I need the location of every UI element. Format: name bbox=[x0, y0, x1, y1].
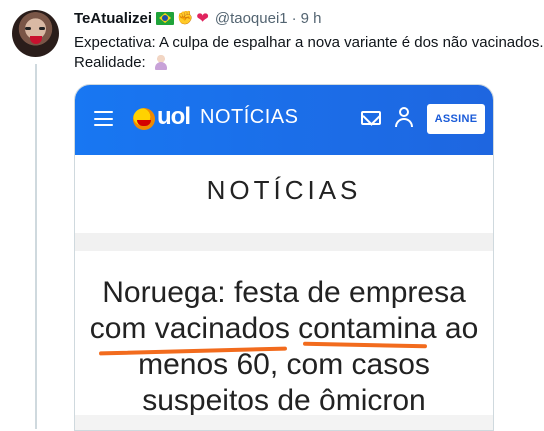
assine-button: ASSINE bbox=[427, 104, 485, 134]
uol-logo-icon bbox=[133, 108, 155, 130]
avatar-eye-right bbox=[39, 27, 45, 30]
avatar-eye-left bbox=[25, 27, 31, 30]
tweet-text: Expectativa: A culpa de espalhar a nova … bbox=[74, 33, 544, 73]
mail-icon bbox=[361, 111, 381, 125]
uol-navbar: uol NOTÍCIAS ASSINE bbox=[75, 85, 493, 155]
red-heart-icon: ❤ bbox=[196, 10, 209, 27]
headline-line-2: com vacinados contamina ao bbox=[89, 312, 479, 345]
tweet-header: TeAtualizei ✊ ❤ @taoquei1 · 9 h bbox=[74, 7, 321, 29]
separator-dot: · bbox=[291, 9, 297, 27]
user-icon bbox=[395, 107, 413, 127]
user-handle[interactable]: @taoquei1 bbox=[215, 10, 288, 27]
uol-brand: uol bbox=[157, 103, 191, 130]
tweet-text-line-2: Realidade: bbox=[74, 53, 540, 73]
fist-bump-icon: ✊ bbox=[177, 10, 194, 25]
divider-band bbox=[75, 233, 493, 251]
headline-line-1: Noruega: festa de empresa bbox=[102, 276, 466, 309]
display-name[interactable]: TeAtualizei bbox=[74, 10, 152, 27]
woman-shrugging-icon bbox=[152, 54, 169, 70]
section-title: NOTÍCIAS bbox=[206, 175, 362, 205]
tweet-text-realidade: Realidade: bbox=[74, 54, 150, 71]
uol-section-label: NOTÍCIAS bbox=[200, 106, 299, 128]
name-emojis: ✊ ❤ bbox=[156, 9, 209, 27]
tweet-media-image[interactable]: uol NOTÍCIAS ASSINE NOTÍCIAS Noruega: fe… bbox=[74, 84, 494, 431]
thread-line bbox=[35, 64, 37, 429]
menu-icon bbox=[94, 111, 113, 126]
avatar-mouth bbox=[30, 36, 42, 44]
headline-line-4: suspeitos de ômicron bbox=[142, 384, 426, 417]
image-bottom-band bbox=[75, 415, 493, 430]
avatar[interactable] bbox=[12, 10, 59, 57]
timestamp[interactable]: 9 h bbox=[301, 10, 322, 27]
tweet-text-line-1: Expectativa: A culpa de espalhar a nova … bbox=[74, 34, 544, 51]
brazil-flag-icon bbox=[156, 11, 175, 25]
